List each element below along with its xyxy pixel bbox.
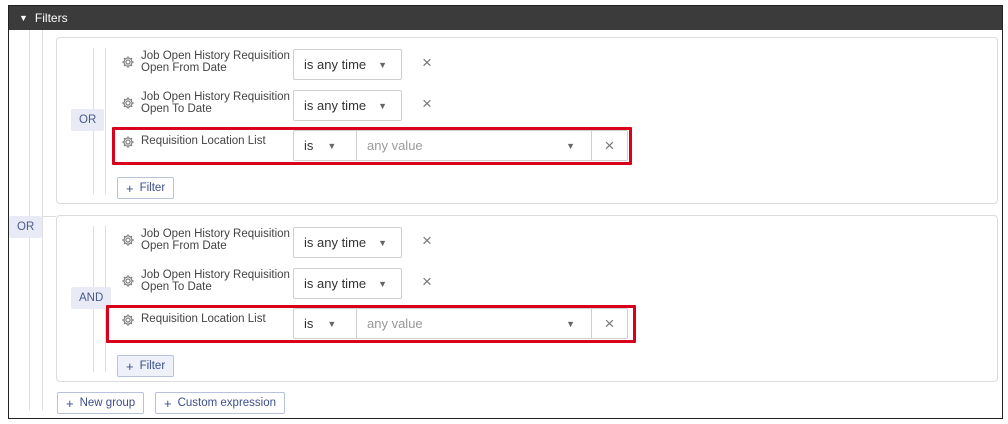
- filter-group-1: OR Job Open History Requisition Open Fro…: [56, 37, 998, 204]
- remove-filter-icon[interactable]: ×: [419, 54, 435, 71]
- tree-line: [42, 30, 43, 410]
- date-operator-select[interactable]: is any time ▼: [293, 90, 402, 121]
- filters-header[interactable]: ▼ Filters: [9, 6, 1002, 30]
- filters-title: Filters: [34, 11, 68, 25]
- filter-field-label: Job Open History Requisition Open From D…: [141, 228, 290, 252]
- chevron-down-icon: ▼: [378, 237, 388, 248]
- new-group-button[interactable]: + New group: [57, 392, 145, 414]
- chevron-down-icon: ▼: [378, 100, 388, 111]
- location-operator-value: is: [304, 316, 314, 331]
- plus-icon: +: [126, 180, 134, 196]
- filter-field-label: Requisition Location List: [141, 313, 266, 325]
- remove-filter-icon[interactable]: ×: [419, 232, 435, 249]
- location-value-select[interactable]: any value ▼: [356, 130, 592, 161]
- date-operator-value: is any time: [304, 235, 367, 250]
- gear-icon[interactable]: [121, 233, 135, 247]
- filter-group-2: AND Job Open History Requisition Open Fr…: [56, 215, 998, 382]
- chevron-down-icon: ▼: [378, 59, 388, 70]
- date-operator-select[interactable]: is any time ▼: [293, 49, 402, 80]
- add-filter-button[interactable]: + Filter: [117, 177, 175, 199]
- location-value-select[interactable]: any value ▼: [356, 308, 592, 339]
- date-operator-value: is any time: [304, 98, 367, 113]
- remove-filter-icon[interactable]: ×: [419, 273, 435, 290]
- location-filter-row: Requisition Location List is ▼ any value…: [57, 130, 997, 162]
- plus-icon: +: [164, 395, 172, 411]
- filter-row: Job Open History Requisition Open To Dat…: [57, 90, 997, 122]
- filter-row: Job Open History Requisition Open From D…: [57, 227, 997, 259]
- plus-icon: +: [126, 358, 134, 374]
- gear-icon[interactable]: [121, 55, 135, 69]
- plus-icon: +: [66, 395, 74, 411]
- caret-down-icon: ▼: [19, 13, 28, 23]
- remove-filter-icon[interactable]: ×: [419, 95, 435, 112]
- filter-row: Job Open History Requisition Open To Dat…: [57, 268, 997, 300]
- location-operator-select[interactable]: is ▼: [293, 130, 356, 161]
- filter-field-label: Job Open History Requisition Open To Dat…: [141, 269, 290, 293]
- location-filter-row: Requisition Location List is ▼ any value…: [57, 308, 997, 340]
- location-value-placeholder: any value: [367, 138, 423, 153]
- add-filter-label: Filter: [139, 182, 166, 194]
- add-filter-button[interactable]: + Filter: [117, 355, 175, 377]
- tree-line: [42, 216, 56, 217]
- root-operator-badge[interactable]: OR: [9, 216, 43, 238]
- date-operator-select[interactable]: is any time ▼: [293, 227, 402, 258]
- location-value-placeholder: any value: [367, 316, 423, 331]
- filter-field-label: Requisition Location List: [141, 135, 266, 147]
- filter-row: Job Open History Requisition Open From D…: [57, 49, 997, 81]
- filter-field-label: Job Open History Requisition Open To Dat…: [141, 91, 290, 115]
- filter-field-label: Job Open History Requisition Open From D…: [141, 50, 290, 74]
- clear-value-icon[interactable]: ×: [592, 308, 628, 339]
- chevron-down-icon: ▼: [378, 278, 388, 289]
- gear-icon[interactable]: [121, 96, 135, 110]
- filters-panel: ▼ Filters OR OR Job Open History Requisi…: [8, 5, 1003, 419]
- custom-expression-label: Custom expression: [177, 397, 277, 409]
- gear-icon[interactable]: [121, 274, 135, 288]
- gear-icon[interactable]: [121, 135, 135, 149]
- chevron-down-icon: ▼: [327, 140, 337, 151]
- chevron-down-icon: ▼: [327, 318, 337, 329]
- date-operator-select[interactable]: is any time ▼: [293, 268, 402, 299]
- gear-icon[interactable]: [121, 313, 135, 327]
- location-operator-select[interactable]: is ▼: [293, 308, 356, 339]
- date-operator-value: is any time: [304, 57, 367, 72]
- location-operator-value: is: [304, 138, 314, 153]
- custom-expression-button[interactable]: + Custom expression: [155, 392, 286, 414]
- chevron-down-icon: ▼: [566, 318, 575, 329]
- clear-value-icon[interactable]: ×: [592, 130, 628, 161]
- date-operator-value: is any time: [304, 276, 367, 291]
- chevron-down-icon: ▼: [566, 140, 575, 151]
- new-group-label: New group: [79, 397, 136, 409]
- add-filter-label: Filter: [139, 360, 166, 372]
